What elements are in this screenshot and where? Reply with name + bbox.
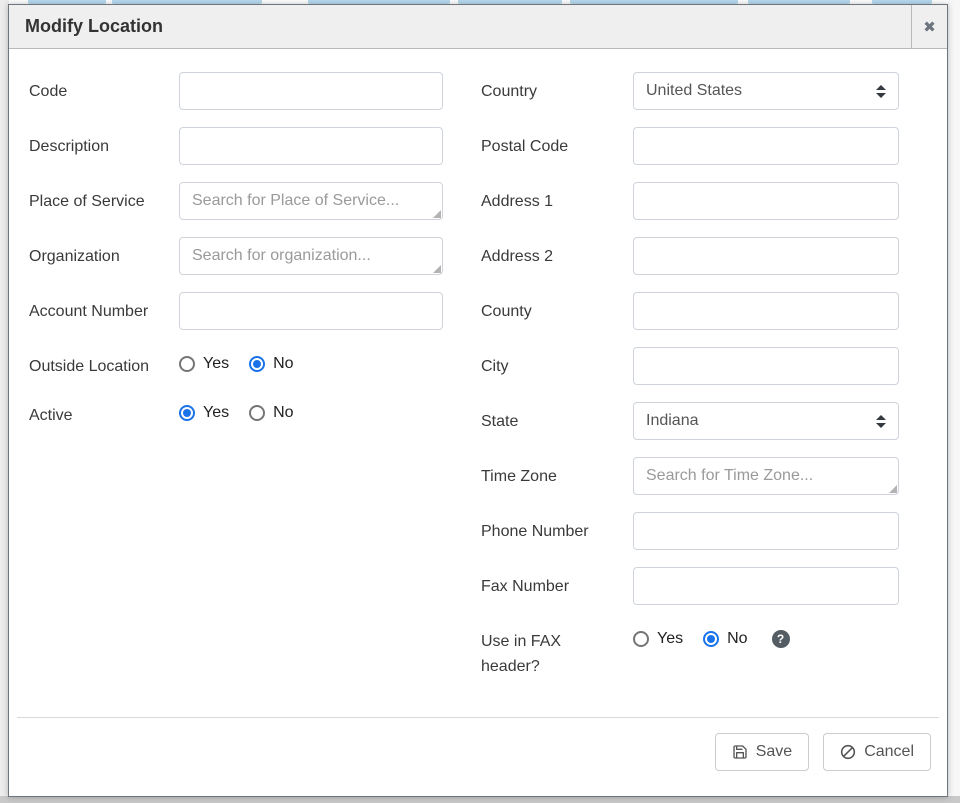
state-select[interactable]: Indiana [633,402,899,440]
active-no-radio[interactable] [249,405,265,421]
fax-number-label: Fax Number [481,567,633,605]
city-input[interactable] [633,347,899,385]
use-in-fax-header-yes-label: Yes [657,630,683,648]
field-row-address1: Address 1 [481,182,899,220]
modal-header: Modify Location ✖ [9,5,947,49]
field-row-account-number: Account Number [29,292,443,330]
field-row-fax-number: Fax Number [481,567,899,605]
form-column-left: Code Description Place of Service [29,72,443,717]
background-page-right-edge [948,0,960,803]
field-row-use-in-fax-header: Use in FAX header? Yes No ? [481,622,899,679]
state-label: State [481,402,633,440]
select-arrows-icon [876,415,886,428]
cancel-button-label: Cancel [864,743,914,761]
outside-location-label: Outside Location [29,347,179,379]
address2-label: Address 2 [481,237,633,275]
postal-code-label: Postal Code [481,127,633,165]
outside-location-yes-option[interactable]: Yes [179,355,229,373]
modify-location-modal: Modify Location ✖ Code Description Place… [8,4,948,797]
active-yes-option[interactable]: Yes [179,404,229,422]
active-yes-radio[interactable] [179,405,195,421]
field-row-city: City [481,347,899,385]
outside-location-no-option[interactable]: No [249,355,293,373]
outside-location-no-radio[interactable] [249,356,265,372]
field-row-code: Code [29,72,443,110]
active-radio-group: Yes No [179,396,443,422]
field-row-outside-location: Outside Location Yes No [29,347,443,379]
use-in-fax-header-radio-group: Yes No ? [633,622,899,648]
field-row-postal-code: Postal Code [481,127,899,165]
field-row-country: Country United States [481,72,899,110]
use-in-fax-header-yes-option[interactable]: Yes [633,630,683,648]
close-icon[interactable]: ✖ [911,5,947,48]
field-row-time-zone: Time Zone [481,457,899,495]
fax-number-input[interactable] [633,567,899,605]
save-button-label: Save [756,743,792,761]
code-input[interactable] [179,72,443,110]
use-in-fax-header-label: Use in FAX header? [481,622,633,679]
county-input[interactable] [633,292,899,330]
account-number-label: Account Number [29,292,179,330]
county-label: County [481,292,633,330]
modal-body: Code Description Place of Service [9,49,947,717]
outside-location-radio-group: Yes No [179,347,443,373]
description-label: Description [29,127,179,165]
field-row-place-of-service: Place of Service [29,182,443,220]
country-label: Country [481,72,633,110]
city-label: City [481,347,633,385]
save-button[interactable]: Save [715,733,809,771]
save-icon [732,744,748,760]
outside-location-yes-label: Yes [203,355,229,373]
country-select[interactable]: United States [633,72,899,110]
active-label: Active [29,396,179,428]
use-in-fax-header-no-label: No [727,630,747,648]
state-selected-value: Indiana [646,412,868,430]
phone-number-input[interactable] [633,512,899,550]
code-label: Code [29,72,179,110]
use-in-fax-header-no-option[interactable]: No [703,630,747,648]
time-zone-label: Time Zone [481,457,633,495]
organization-label: Organization [29,237,179,275]
field-row-active: Active Yes No [29,396,443,428]
active-yes-label: Yes [203,404,229,422]
background-page-bottom-edge [0,796,960,803]
dropdown-grip-icon [433,265,441,273]
description-input[interactable] [179,127,443,165]
field-row-county: County [481,292,899,330]
phone-number-label: Phone Number [481,512,633,550]
use-in-fax-header-yes-radio[interactable] [633,631,649,647]
postal-code-input[interactable] [633,127,899,165]
field-row-organization: Organization [29,237,443,275]
form-column-right: Country United States Postal Code Addres… [481,72,899,717]
address1-label: Address 1 [481,182,633,220]
field-row-description: Description [29,127,443,165]
use-in-fax-header-no-radio[interactable] [703,631,719,647]
country-selected-value: United States [646,82,868,100]
outside-location-yes-radio[interactable] [179,356,195,372]
account-number-input[interactable] [179,292,443,330]
field-row-address2: Address 2 [481,237,899,275]
place-of-service-label: Place of Service [29,182,179,220]
modal-footer: Save Cancel [17,717,939,796]
modal-title: Modify Location [9,5,911,48]
select-arrows-icon [876,85,886,98]
active-no-label: No [273,404,293,422]
active-no-option[interactable]: No [249,404,293,422]
help-icon[interactable]: ? [772,630,790,648]
address2-input[interactable] [633,237,899,275]
organization-search-input[interactable] [179,237,443,275]
field-row-state: State Indiana [481,402,899,440]
outside-location-no-label: No [273,355,293,373]
ban-icon [840,744,856,760]
time-zone-search-input[interactable] [633,457,899,495]
dropdown-grip-icon [433,210,441,218]
place-of-service-search-input[interactable] [179,182,443,220]
field-row-phone-number: Phone Number [481,512,899,550]
address1-input[interactable] [633,182,899,220]
cancel-button[interactable]: Cancel [823,733,931,771]
dropdown-grip-icon [889,485,897,493]
